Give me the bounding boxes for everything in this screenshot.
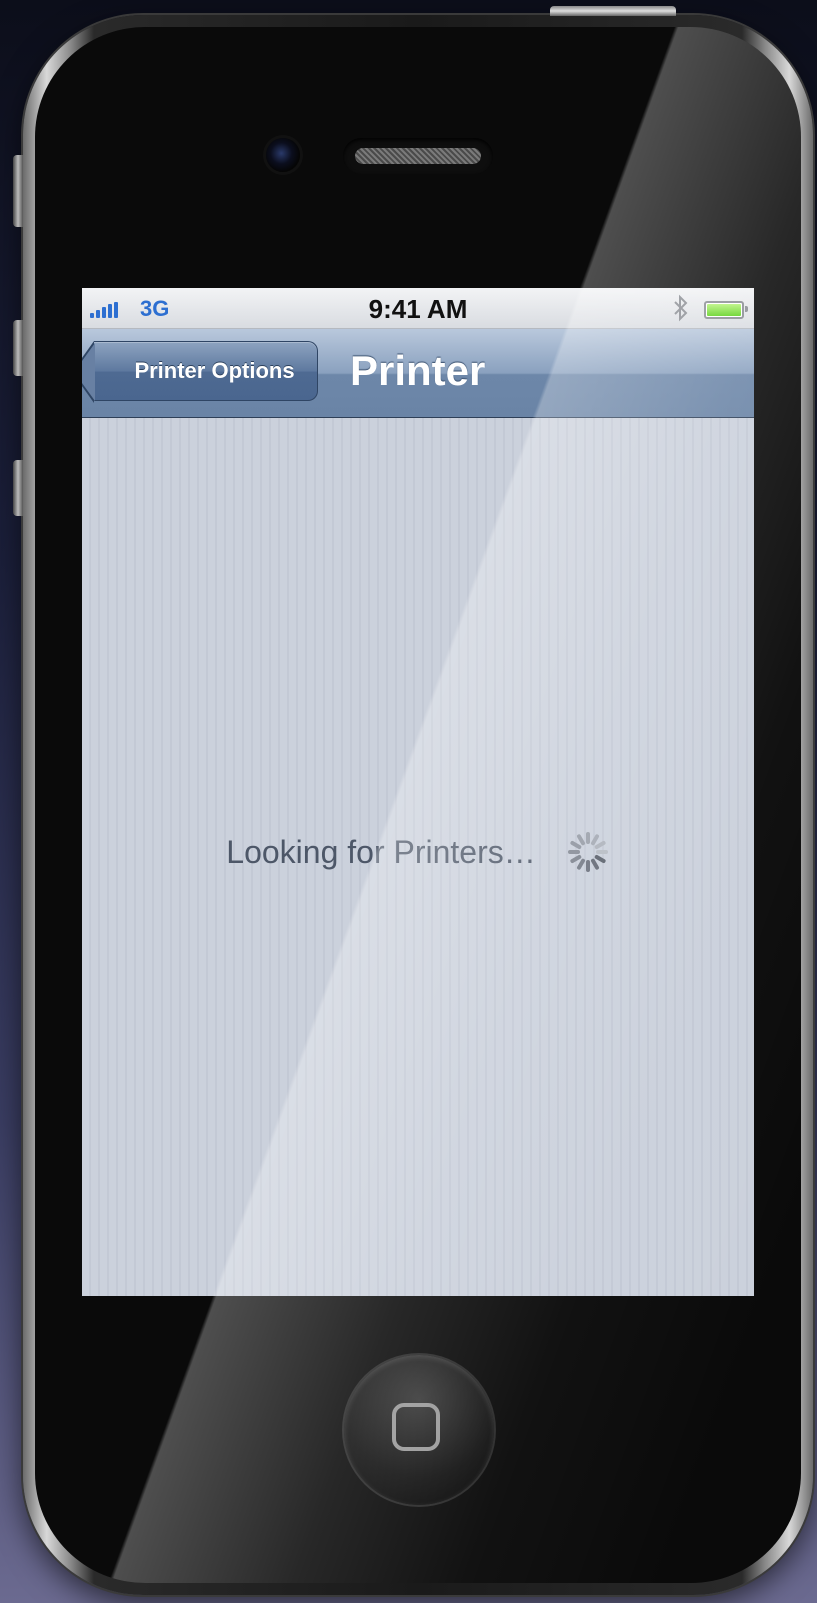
battery-icon	[704, 301, 748, 319]
home-square-icon	[392, 1403, 440, 1451]
loading-text: Looking for Printers…	[226, 833, 536, 870]
bluetooth-icon	[672, 294, 690, 329]
loading-indicator: Looking for Printers…	[82, 830, 754, 874]
home-button[interactable]	[344, 1355, 494, 1505]
speaker-grill	[355, 148, 481, 164]
back-button[interactable]: Printer Options	[82, 341, 318, 403]
page-title: Printer	[350, 347, 486, 394]
activity-spinner-icon	[567, 832, 608, 872]
back-button-label: Printer Options	[134, 358, 295, 383]
status-bar: 3G 9:41 AM	[82, 288, 754, 329]
content-area: Looking for Printers…	[82, 418, 754, 1296]
status-time: 9:41 AM	[368, 294, 468, 324]
sleep-wake-button[interactable]	[550, 6, 676, 16]
navigation-bar: Printer Options Printer	[82, 329, 754, 418]
mute-switch[interactable]	[13, 155, 23, 227]
battery-level	[707, 304, 741, 316]
back-arrow-icon	[82, 341, 95, 403]
earpiece-speaker	[343, 138, 493, 174]
screen: 3G 9:41 AM Printer Options Printer Looki…	[82, 288, 754, 1296]
volume-up-button[interactable]	[13, 320, 23, 376]
front-camera	[266, 138, 300, 172]
volume-down-button[interactable]	[13, 460, 23, 516]
